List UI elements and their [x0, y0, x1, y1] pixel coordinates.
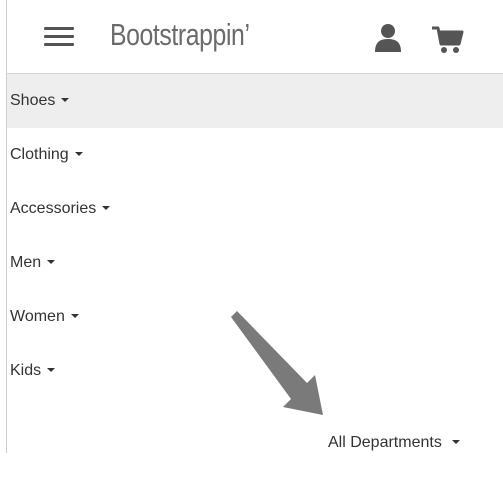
brand-logo[interactable]: Bootstrappin’ [110, 17, 250, 53]
menu-item-men[interactable]: Men [7, 236, 503, 290]
menu-item-clothing[interactable]: Clothing [7, 128, 503, 182]
caret-down-icon [102, 206, 111, 210]
menu-item-label: Shoes [10, 92, 56, 109]
menu-item-label: Accessories [10, 200, 97, 217]
menu-item-label: Clothing [10, 146, 69, 163]
hamburger-menu-icon[interactable] [44, 27, 74, 47]
caret-down-icon [47, 368, 56, 372]
menu-item-label: Men [10, 254, 42, 271]
menu-item-accessories[interactable]: Accessories [7, 182, 503, 236]
user-icon[interactable] [374, 23, 402, 53]
pointer-arrow-icon [231, 311, 323, 415]
caret-down-icon [74, 152, 83, 156]
cart-icon[interactable] [432, 26, 464, 54]
menu-item-label: Women [10, 308, 65, 325]
menu-item-shoes[interactable]: Shoes [7, 74, 503, 128]
caret-down-icon [47, 260, 56, 264]
browser-frame: Bootstrappin’ Shoes Clothing Accessories… [6, 0, 503, 453]
caret-down-icon [452, 439, 461, 444]
caret-down-icon [70, 314, 79, 318]
menu-item-label: Kids [10, 362, 42, 379]
all-departments-dropdown[interactable]: All Departments [328, 434, 461, 452]
navbar: Bootstrappin’ [7, 0, 503, 74]
caret-down-icon [61, 98, 70, 102]
all-departments-label: All Departments [328, 434, 442, 451]
